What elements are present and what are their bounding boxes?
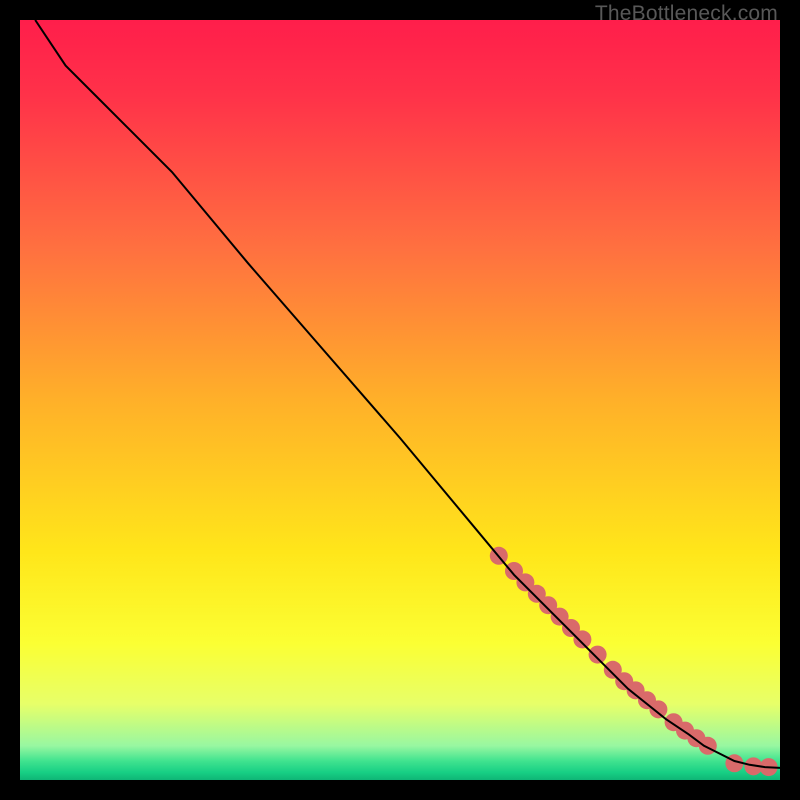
watermark-text: TheBottleneck.com	[595, 2, 778, 26]
chart-frame	[20, 20, 780, 780]
data-marker	[589, 646, 607, 664]
data-marker	[699, 737, 717, 755]
chart-plot	[20, 20, 780, 780]
data-marker	[573, 630, 591, 648]
